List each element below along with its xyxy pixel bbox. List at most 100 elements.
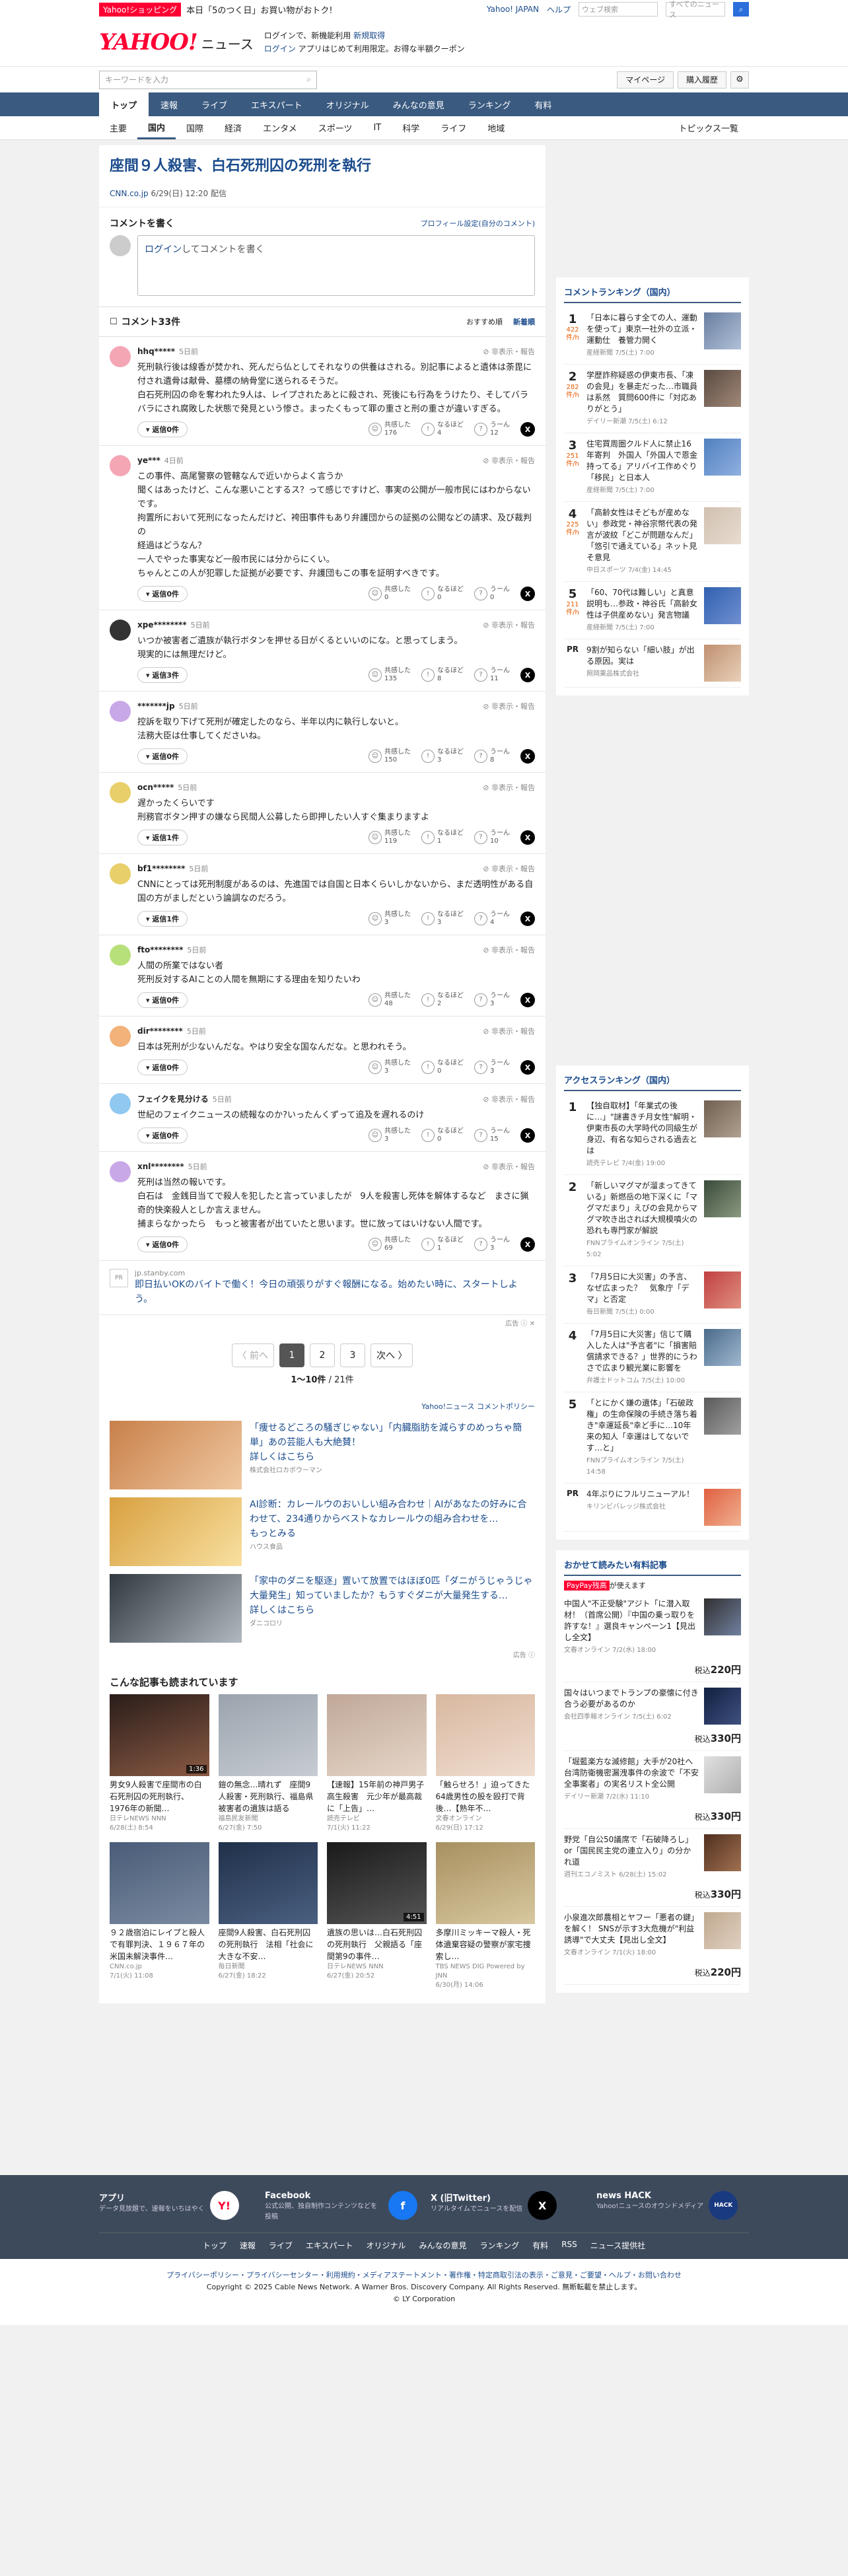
avatar[interactable] (110, 455, 131, 476)
footer-nav-item[interactable]: ニュース提供社 (590, 2240, 645, 2251)
app-icon[interactable]: f (388, 2191, 417, 2220)
ad-image[interactable] (110, 1574, 242, 1643)
yahoo-japan-link[interactable]: Yahoo! JAPAN (487, 5, 539, 14)
paid-article[interactable]: 野党「自公50議席で「石破降ろし」or「国民民主党の連立入り」の分かれ道 週刊エコ… (564, 1829, 741, 1907)
paid-article[interactable]: 「堀藍楽方な滅修館」大手が20社へ 台湾防衛機密漏洩事件の余波で「不安全事案者」… (564, 1751, 741, 1829)
x-share-icon[interactable]: X (520, 422, 535, 437)
comment-user[interactable]: フェイクを見分ける (137, 1093, 209, 1104)
tab-science[interactable]: 科学 (392, 116, 430, 139)
promo-text[interactable]: 本日「5のつく日」お買い物がおトク! (186, 3, 332, 16)
ranking-item[interactable]: 1 【独自取材】「年業式の後に…」"謎書きチ月女性"解明・伊東市長の大学時代の同級… (564, 1095, 741, 1175)
purchase-history-button[interactable]: 購入履歴 (677, 71, 726, 89)
page-1-button[interactable]: 1 (279, 1343, 304, 1367)
paid-article[interactable]: 小泉進次郎農相とヤフー「悪者の鍵」を解く！ SNSが示す3大危機が"利益誘導"で… (564, 1907, 741, 1985)
nav-paid[interactable]: 有料 (522, 92, 563, 116)
gear-icon[interactable]: ⚙ (730, 71, 749, 89)
hmm-button[interactable]: ? うーん 11 (474, 667, 510, 683)
footer-nav-item[interactable]: みんなの意見 (419, 2240, 467, 2251)
footer-app[interactable]: Facebook 公式公開、独自制作コンテンツなどを投稿 f (265, 2191, 417, 2222)
ad-image[interactable] (110, 1421, 242, 1489)
avatar[interactable] (110, 1161, 131, 1182)
login-link[interactable]: ログイン (264, 44, 296, 54)
nav-opinions[interactable]: みんなの意見 (381, 92, 456, 116)
sponsored-item[interactable]: AI診断：カレールウのおいしい組み合わせ｜AIがあなたの好みに合わせて、234通… (99, 1493, 546, 1570)
comment-policy-link[interactable]: Yahoo!ニュース コメントポリシー (99, 1396, 546, 1417)
paid-article[interactable]: 国々はいつまでトランプの豪懐に付き合う必要があるのか 会社四季報オンライン 7/5… (564, 1682, 741, 1751)
replies-button[interactable]: ▾ 返信0件 (137, 421, 188, 437)
comment-user[interactable]: ocn***** (137, 783, 174, 792)
think-button[interactable]: ! なるほど 4 (421, 421, 464, 437)
comment-user[interactable]: ye*** (137, 456, 160, 465)
hmm-button[interactable]: ? うーん 3 (474, 992, 510, 1008)
comment-user[interactable]: dir******** (137, 1026, 183, 1036)
report-link[interactable]: ⊘ 非表示・報告 (483, 1026, 535, 1036)
article-title[interactable]: 座間９人殺害、白石死刑囚の死刑を執行 (99, 145, 546, 188)
report-link[interactable]: ⊘ 非表示・報告 (483, 701, 535, 711)
related-article[interactable]: 多摩川ミッキーマ殺人・死体遺棄容疑の警察が家宅捜索し… TBS NEWS DIG … (435, 1842, 535, 1990)
x-share-icon[interactable]: X (520, 749, 535, 764)
think-button[interactable]: ! なるほど 1 (421, 830, 464, 845)
hmm-button[interactable]: ? うーん 10 (474, 830, 510, 845)
sponsored-item[interactable]: 「家中のダニを駆逐」置いて放置ではほぼ0匹「ダニがうじゃうじゃ大量発生」知ってい… (99, 1570, 546, 1647)
tab-region[interactable]: 地域 (477, 116, 515, 139)
related-article[interactable]: 鎧の無念…晴れず 座間9人殺害・死刑執行、福島県被害者の遺族は語る 福島民友新聞 6… (218, 1694, 318, 1833)
ranking-item[interactable]: 3 「7月5日に大災害」の予言、なぜ広まった？ 気象庁「デマ」と否定 毎日新聞 7/… (564, 1266, 741, 1324)
report-link[interactable]: ⊘ 非表示・報告 (483, 782, 535, 793)
shopping-tag[interactable]: Yahoo!ショッピング (99, 2, 182, 17)
tab-entertainment[interactable]: エンタメ (252, 116, 308, 139)
ranking-item[interactable]: 2 「新しいマグマが溜まってきている」新燃岳の地下深くに「マグマだまり」えびの会見… (564, 1175, 741, 1266)
agree-button[interactable]: ☺ 共感した 135 (369, 667, 411, 683)
report-link[interactable]: ⊘ 非表示・報告 (483, 346, 535, 357)
nav-ranking[interactable]: ランキング (456, 92, 523, 116)
topics-list-link[interactable]: トピックス一覧 (668, 116, 749, 139)
footer-nav-item[interactable]: 有料 (532, 2240, 548, 2251)
tab-life[interactable]: ライフ (430, 116, 477, 139)
hmm-button[interactable]: ? うーん 0 (474, 586, 510, 602)
agree-button[interactable]: ☺ 共感した 3 (369, 1127, 411, 1143)
prev-page-button[interactable]: 〈 前へ (231, 1343, 274, 1367)
ranking-item[interactable]: 3 251 件/h 住宅買周圏クルド人に禁止16年寄判 外国人「外国人で恩金持ってる」… (564, 433, 741, 502)
tab-domestic[interactable]: 国内 (137, 116, 176, 139)
comment-input[interactable]: ログインしてコメントを書く (137, 235, 535, 296)
search-icon[interactable]: ⌕ (306, 75, 311, 85)
footer-nav-item[interactable]: ライブ (269, 2240, 293, 2251)
avatar[interactable] (110, 346, 131, 367)
hmm-button[interactable]: ? うーん 15 (474, 1127, 510, 1143)
avatar[interactable] (110, 1093, 131, 1114)
avatar[interactable] (110, 945, 131, 966)
sort-new[interactable]: 新着順 (513, 316, 535, 327)
avatar[interactable] (110, 782, 131, 803)
yahoo-news-logo[interactable]: YAHOO! ニュース (99, 29, 254, 55)
page-3-button[interactable]: 3 (340, 1343, 365, 1367)
next-page-button[interactable]: 次へ 〉 (371, 1343, 413, 1367)
x-share-icon[interactable]: X (520, 587, 535, 601)
agree-button[interactable]: ☺ 共感した 150 (369, 748, 411, 764)
profile-settings-link[interactable]: プロフィール設定(自分のコメント) (421, 218, 535, 229)
article-thumbnail[interactable] (327, 1694, 427, 1776)
replies-button[interactable]: ▾ 返信0件 (137, 992, 188, 1008)
inline-ad[interactable]: PR jp.stanby.com 即日払いOKのバイトで働く！今日の頑張りがすぐ… (99, 1261, 546, 1315)
think-button[interactable]: ! なるほど 1 (421, 1236, 464, 1252)
nav-breaking[interactable]: 速報 (149, 92, 190, 116)
search-icon[interactable]: ⌕ (733, 2, 749, 17)
ad-image[interactable] (110, 1497, 242, 1566)
ranking-item[interactable]: 5 「とにかく嫌の遺体」「石破政権」の生命保険の手続き落ち着き"幸運延長"幸ど手に… (564, 1392, 741, 1484)
agree-button[interactable]: ☺ 共感した 176 (369, 421, 411, 437)
footer-nav-item[interactable]: エキスパート (306, 2240, 353, 2251)
agree-button[interactable]: ☺ 共感した 48 (369, 992, 411, 1008)
related-article[interactable]: 4:51 遺族の思いは…白石死刑囚の死刑執行 父親語る「座間第9の事件… 日テレNE… (327, 1842, 427, 1990)
replies-button[interactable]: ▾ 返信0件 (137, 748, 188, 764)
agree-button[interactable]: ☺ 共感した 0 (369, 586, 411, 602)
replies-button[interactable]: ▾ 返信3件 (137, 667, 188, 683)
report-link[interactable]: ⊘ 非表示・報告 (483, 945, 535, 955)
footer-nav-item[interactable]: RSS (561, 2240, 577, 2251)
comment-user[interactable]: xnl******** (137, 1162, 184, 1171)
help-link[interactable]: ヘルプ (547, 4, 571, 15)
app-icon[interactable]: HACK (709, 2191, 738, 2220)
related-article[interactable]: ９２歳宿泊にレイプと殺人で有罪判決、１９６７年の米国未解決事件… CNN.co.j… (110, 1842, 209, 1990)
paid-article[interactable]: 中国人"不正受験"アジト「に潜入取材！（首席公開）『中国の乗っ取りを許すな！』選… (564, 1593, 741, 1682)
footer-nav-item[interactable]: トップ (203, 2240, 227, 2251)
x-share-icon[interactable]: X (520, 830, 535, 845)
tab-main[interactable]: 主要 (99, 116, 137, 139)
think-button[interactable]: ! なるほど 2 (421, 992, 464, 1008)
